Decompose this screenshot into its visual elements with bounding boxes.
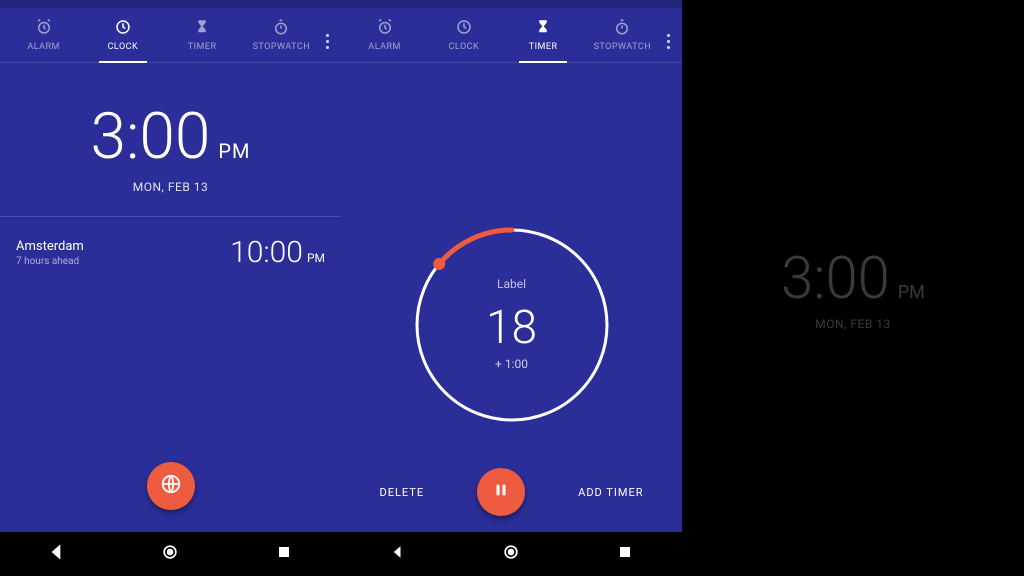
tab-alarm[interactable]: ALARM [345,14,424,62]
timer-value: 18 [402,301,622,355]
android-navbar [0,532,341,576]
timer-action-row: DELETE ADD TIMER [341,468,682,516]
world-city: Amsterdam [16,239,84,254]
nav-back-button[interactable] [388,542,408,566]
clock-time-value: 3:00 [90,99,210,174]
tab-label: CLOCK [449,42,480,52]
tab-label: CLOCK [108,42,139,52]
stopwatch-icon [272,18,290,39]
timer-label[interactable]: Label [402,277,622,291]
world-time-value: 10:00 [230,235,303,270]
nav-recents-button[interactable] [615,542,635,566]
screen-clock: ALARM CLOCK TIMER STOPWATCH 3:00 PM [0,0,341,576]
pause-button[interactable] [477,468,525,516]
tab-stopwatch[interactable]: STOPWATCH [583,14,662,62]
overflow-menu-icon[interactable] [321,28,337,49]
tab-clock[interactable]: CLOCK [424,14,503,62]
status-bar [341,0,682,8]
clock-icon [114,18,132,39]
tab-label: ALARM [27,42,60,52]
alarm-icon [376,18,394,39]
nav-home-button[interactable] [501,542,521,566]
tab-timer[interactable]: TIMER [504,14,583,62]
status-bar [0,0,341,8]
world-time-ampm: PM [307,251,325,265]
android-navbar [341,532,682,576]
hourglass-icon [193,18,211,39]
tab-stopwatch[interactable]: STOPWATCH [242,14,321,62]
screen-screensaver[interactable]: 3:00 PM MON, FEB 13 [682,0,1024,576]
world-time: 10:00 PM [230,235,325,270]
screensaver-time: 3:00 PM [781,245,925,313]
world-clock-row[interactable]: Amsterdam 7 hours ahead 10:00 PM [0,217,341,288]
nav-recents-button[interactable] [274,542,294,566]
alarm-icon [35,18,53,39]
world-offset: 7 hours ahead [16,256,84,267]
timer-add-minute[interactable]: + 1:00 [402,357,622,371]
delete-button[interactable]: DELETE [380,486,425,499]
globe-icon [160,473,182,499]
add-timer-button[interactable]: ADD TIMER [578,486,643,499]
screensaver-ampm: PM [898,282,925,303]
tab-timer[interactable]: TIMER [163,14,242,62]
clock-time: 3:00 PM [90,99,250,174]
tab-alarm[interactable]: ALARM [4,14,83,62]
screen-timer: ALARM CLOCK TIMER STOPWATCH [341,0,682,576]
tab-label: TIMER [188,42,217,52]
overflow-menu-icon[interactable] [662,28,678,49]
tab-label: ALARM [368,42,401,52]
clock-date: MON, FEB 13 [133,180,209,194]
tab-clock[interactable]: CLOCK [83,14,162,62]
tab-label: STOPWATCH [253,42,311,52]
clock-ampm: PM [218,139,250,163]
screensaver-date: MON, FEB 13 [815,317,891,331]
pause-icon [492,481,510,503]
screensaver-time-value: 3:00 [781,245,890,313]
hourglass-icon [534,18,552,39]
tab-bar: ALARM CLOCK TIMER STOPWATCH [0,8,341,63]
tab-label: STOPWATCH [594,42,652,52]
screensaver-content: 3:00 PM MON, FEB 13 [682,0,1024,576]
clock-icon [455,18,473,39]
add-world-clock-button[interactable] [147,462,195,510]
world-clock-info: Amsterdam 7 hours ahead [16,239,84,267]
stopwatch-icon [613,18,631,39]
tab-bar: ALARM CLOCK TIMER STOPWATCH [341,8,682,63]
timer-ring[interactable]: Label 18 + 1:00 [402,215,622,435]
clock-main: 3:00 PM MON, FEB 13 [0,63,341,217]
tab-label: TIMER [529,42,558,52]
nav-back-button[interactable] [47,542,67,566]
nav-home-button[interactable] [160,542,180,566]
